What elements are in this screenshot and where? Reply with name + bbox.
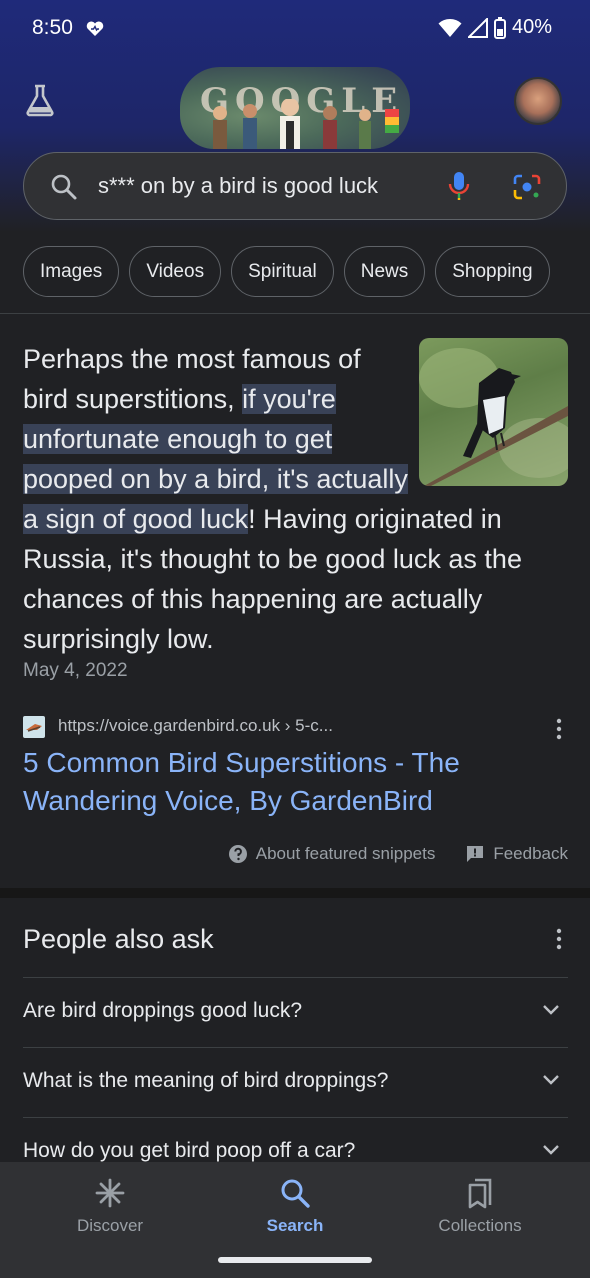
google-doodle[interactable]: GOOGLE — [180, 67, 410, 149]
filter-chips: Images Videos Spiritual News Shopping — [23, 246, 590, 297]
people-also-ask: People also ask Are bird droppings good … — [0, 898, 590, 1168]
battery-level: 40% — [511, 16, 552, 38]
chip-images[interactable]: Images — [23, 246, 120, 297]
bottom-nav: Discover Search Collections — [0, 1162, 590, 1278]
section-separator — [0, 888, 590, 898]
search-icon — [51, 174, 77, 200]
chip-news[interactable]: News — [343, 246, 426, 297]
wifi-icon — [438, 18, 462, 37]
lens-icon[interactable] — [512, 173, 542, 201]
about-featured-snippets[interactable]: About featured snippets — [228, 844, 436, 864]
avatar[interactable] — [514, 77, 562, 125]
status-bar: 8:50 40% — [0, 0, 590, 60]
source-favicon — [23, 716, 45, 738]
chevron-down-icon — [543, 1005, 559, 1015]
help-icon — [228, 845, 247, 863]
snippet-date: May 4, 2022 — [23, 660, 128, 681]
nav-discover-label: Discover — [76, 1216, 144, 1235]
feedback-button[interactable]: Feedback — [465, 844, 568, 864]
about-label: About featured snippets — [255, 844, 436, 863]
more-vert-icon[interactable] — [554, 718, 564, 740]
chevron-down-icon — [543, 1145, 559, 1155]
chip-videos[interactable]: Videos — [129, 246, 222, 297]
feedback-icon — [467, 846, 484, 862]
feedback-label: Feedback — [493, 844, 568, 863]
search-icon — [281, 1179, 310, 1208]
status-time: 8:50 — [32, 16, 73, 39]
lab-icon[interactable] — [22, 82, 58, 118]
battery-icon — [493, 16, 506, 39]
snippet-text: Perhaps the most famous of bird supersti… — [23, 339, 568, 659]
paa-title: People also ask — [23, 924, 214, 954]
doodle-figures — [213, 99, 399, 149]
paa-question-text: What is the meaning of bird droppings? — [23, 1069, 389, 1092]
status-icons: 40% — [438, 16, 552, 39]
paa-question[interactable]: Are bird droppings good luck? — [23, 977, 568, 1047]
source-url[interactable]: https://voice.gardenbird.co.uk › 5-c... — [58, 716, 333, 736]
header: 8:50 40% GOOGLE s*** on by a bird is goo… — [0, 0, 590, 232]
heart-icon — [86, 21, 104, 36]
signal-icon — [467, 17, 488, 38]
result-title-link[interactable]: 5 Common Bird Superstitions - The Wander… — [23, 744, 563, 820]
snippet-footer: About featured snippets Feedback — [228, 844, 568, 864]
home-indicator[interactable] — [218, 1257, 372, 1263]
search-query: s*** on by a bird is good luck — [98, 173, 379, 198]
mic-icon[interactable] — [447, 170, 471, 202]
chip-shopping[interactable]: Shopping — [435, 246, 550, 297]
nav-search[interactable]: Search — [215, 1176, 375, 1236]
nav-discover[interactable]: Discover — [30, 1176, 190, 1236]
chevron-down-icon — [543, 1075, 559, 1085]
collections-icon — [468, 1178, 492, 1209]
nav-search-label: Search — [266, 1216, 324, 1235]
discover-icon — [95, 1178, 125, 1208]
chip-spiritual[interactable]: Spiritual — [231, 246, 334, 297]
paa-question-text: How do you get bird poop off a car? — [23, 1139, 356, 1162]
paa-question-text: Are bird droppings good luck? — [23, 999, 303, 1022]
nav-collections-label: Collections — [438, 1216, 522, 1235]
more-vert-icon[interactable] — [554, 928, 564, 950]
search-input[interactable]: s*** on by a bird is good luck — [23, 152, 567, 220]
nav-collections[interactable]: Collections — [400, 1176, 560, 1236]
featured-snippet: Perhaps the most famous of bird supersti… — [0, 314, 590, 888]
paa-question[interactable]: What is the meaning of bird droppings? — [23, 1047, 568, 1117]
